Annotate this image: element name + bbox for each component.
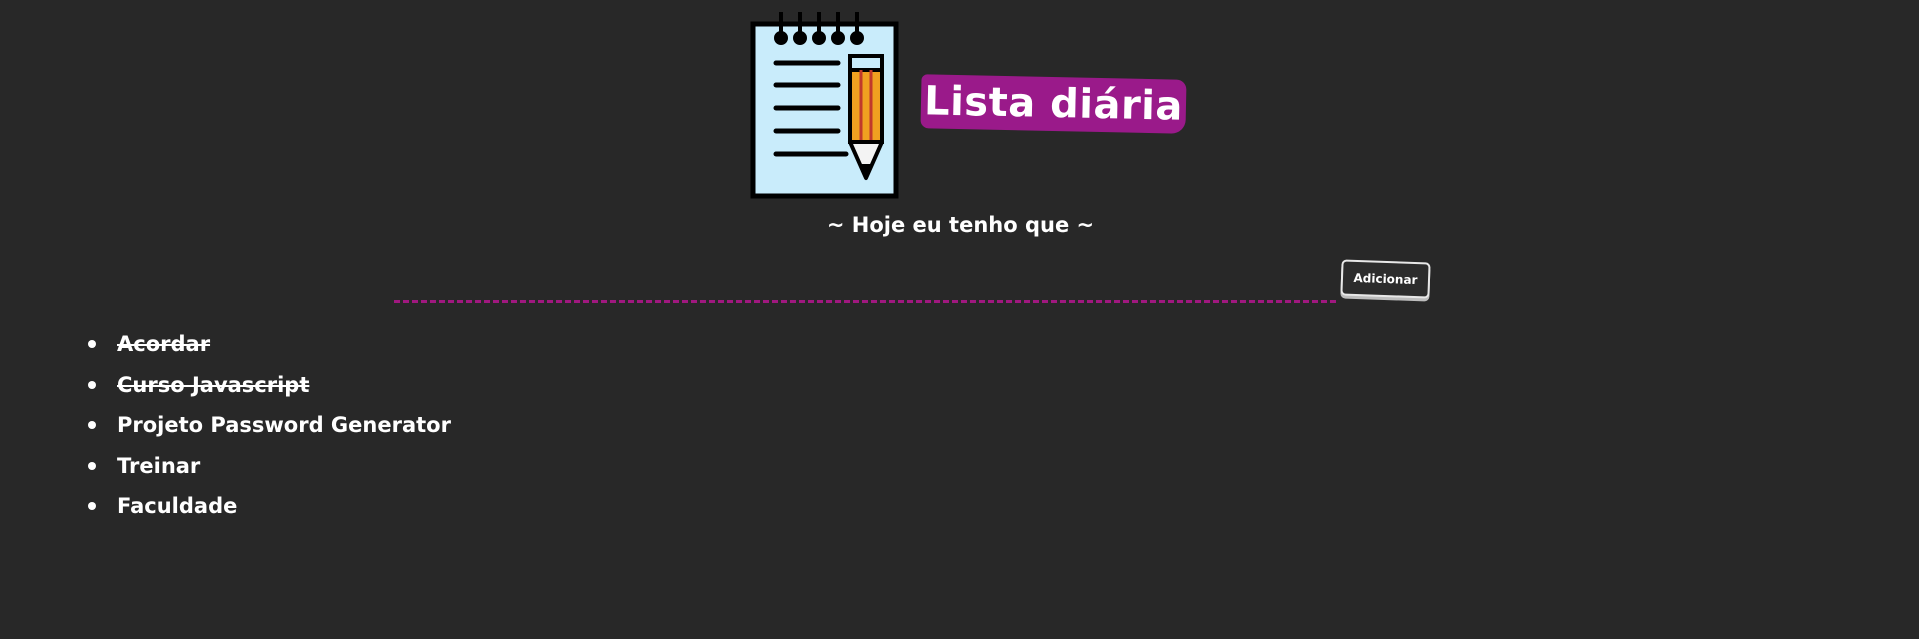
- subtitle: ~ Hoje eu tenho que ~: [0, 213, 1919, 237]
- task-text: Acordar: [117, 332, 211, 356]
- list-item[interactable]: Faculdade: [88, 488, 451, 529]
- list-item[interactable]: Treinar: [88, 448, 451, 489]
- list-item[interactable]: Acordar: [88, 326, 451, 367]
- list-item[interactable]: Curso Javascript: [88, 367, 451, 408]
- add-button[interactable]: Adicionar: [1340, 259, 1431, 299]
- page-title: Lista diária: [923, 78, 1184, 130]
- bullet-icon: [88, 421, 96, 429]
- task-list: Acordar Curso Javascript Projeto Password …: [88, 326, 451, 529]
- bullet-icon: [88, 380, 96, 389]
- list-item[interactable]: Projeto Password Generator: [88, 407, 451, 448]
- task-text: Curso Javascript: [117, 372, 310, 397]
- task-text: Projeto Password Generator: [117, 413, 451, 437]
- bullet-icon: [88, 340, 96, 348]
- notepad-pencil-icon: [750, 12, 899, 199]
- task-text: Faculdade: [117, 494, 238, 518]
- subtitle-text: ~ Hoje eu tenho que ~: [826, 213, 1095, 237]
- task-input[interactable]: [394, 272, 1336, 303]
- title-badge: Lista diária: [920, 74, 1187, 134]
- page: Lista diária ~ Hoje eu tenho que ~ Adici…: [0, 0, 1919, 639]
- bullet-icon: [88, 461, 96, 470]
- bullet-icon: [88, 502, 96, 510]
- task-text: Treinar: [117, 453, 201, 478]
